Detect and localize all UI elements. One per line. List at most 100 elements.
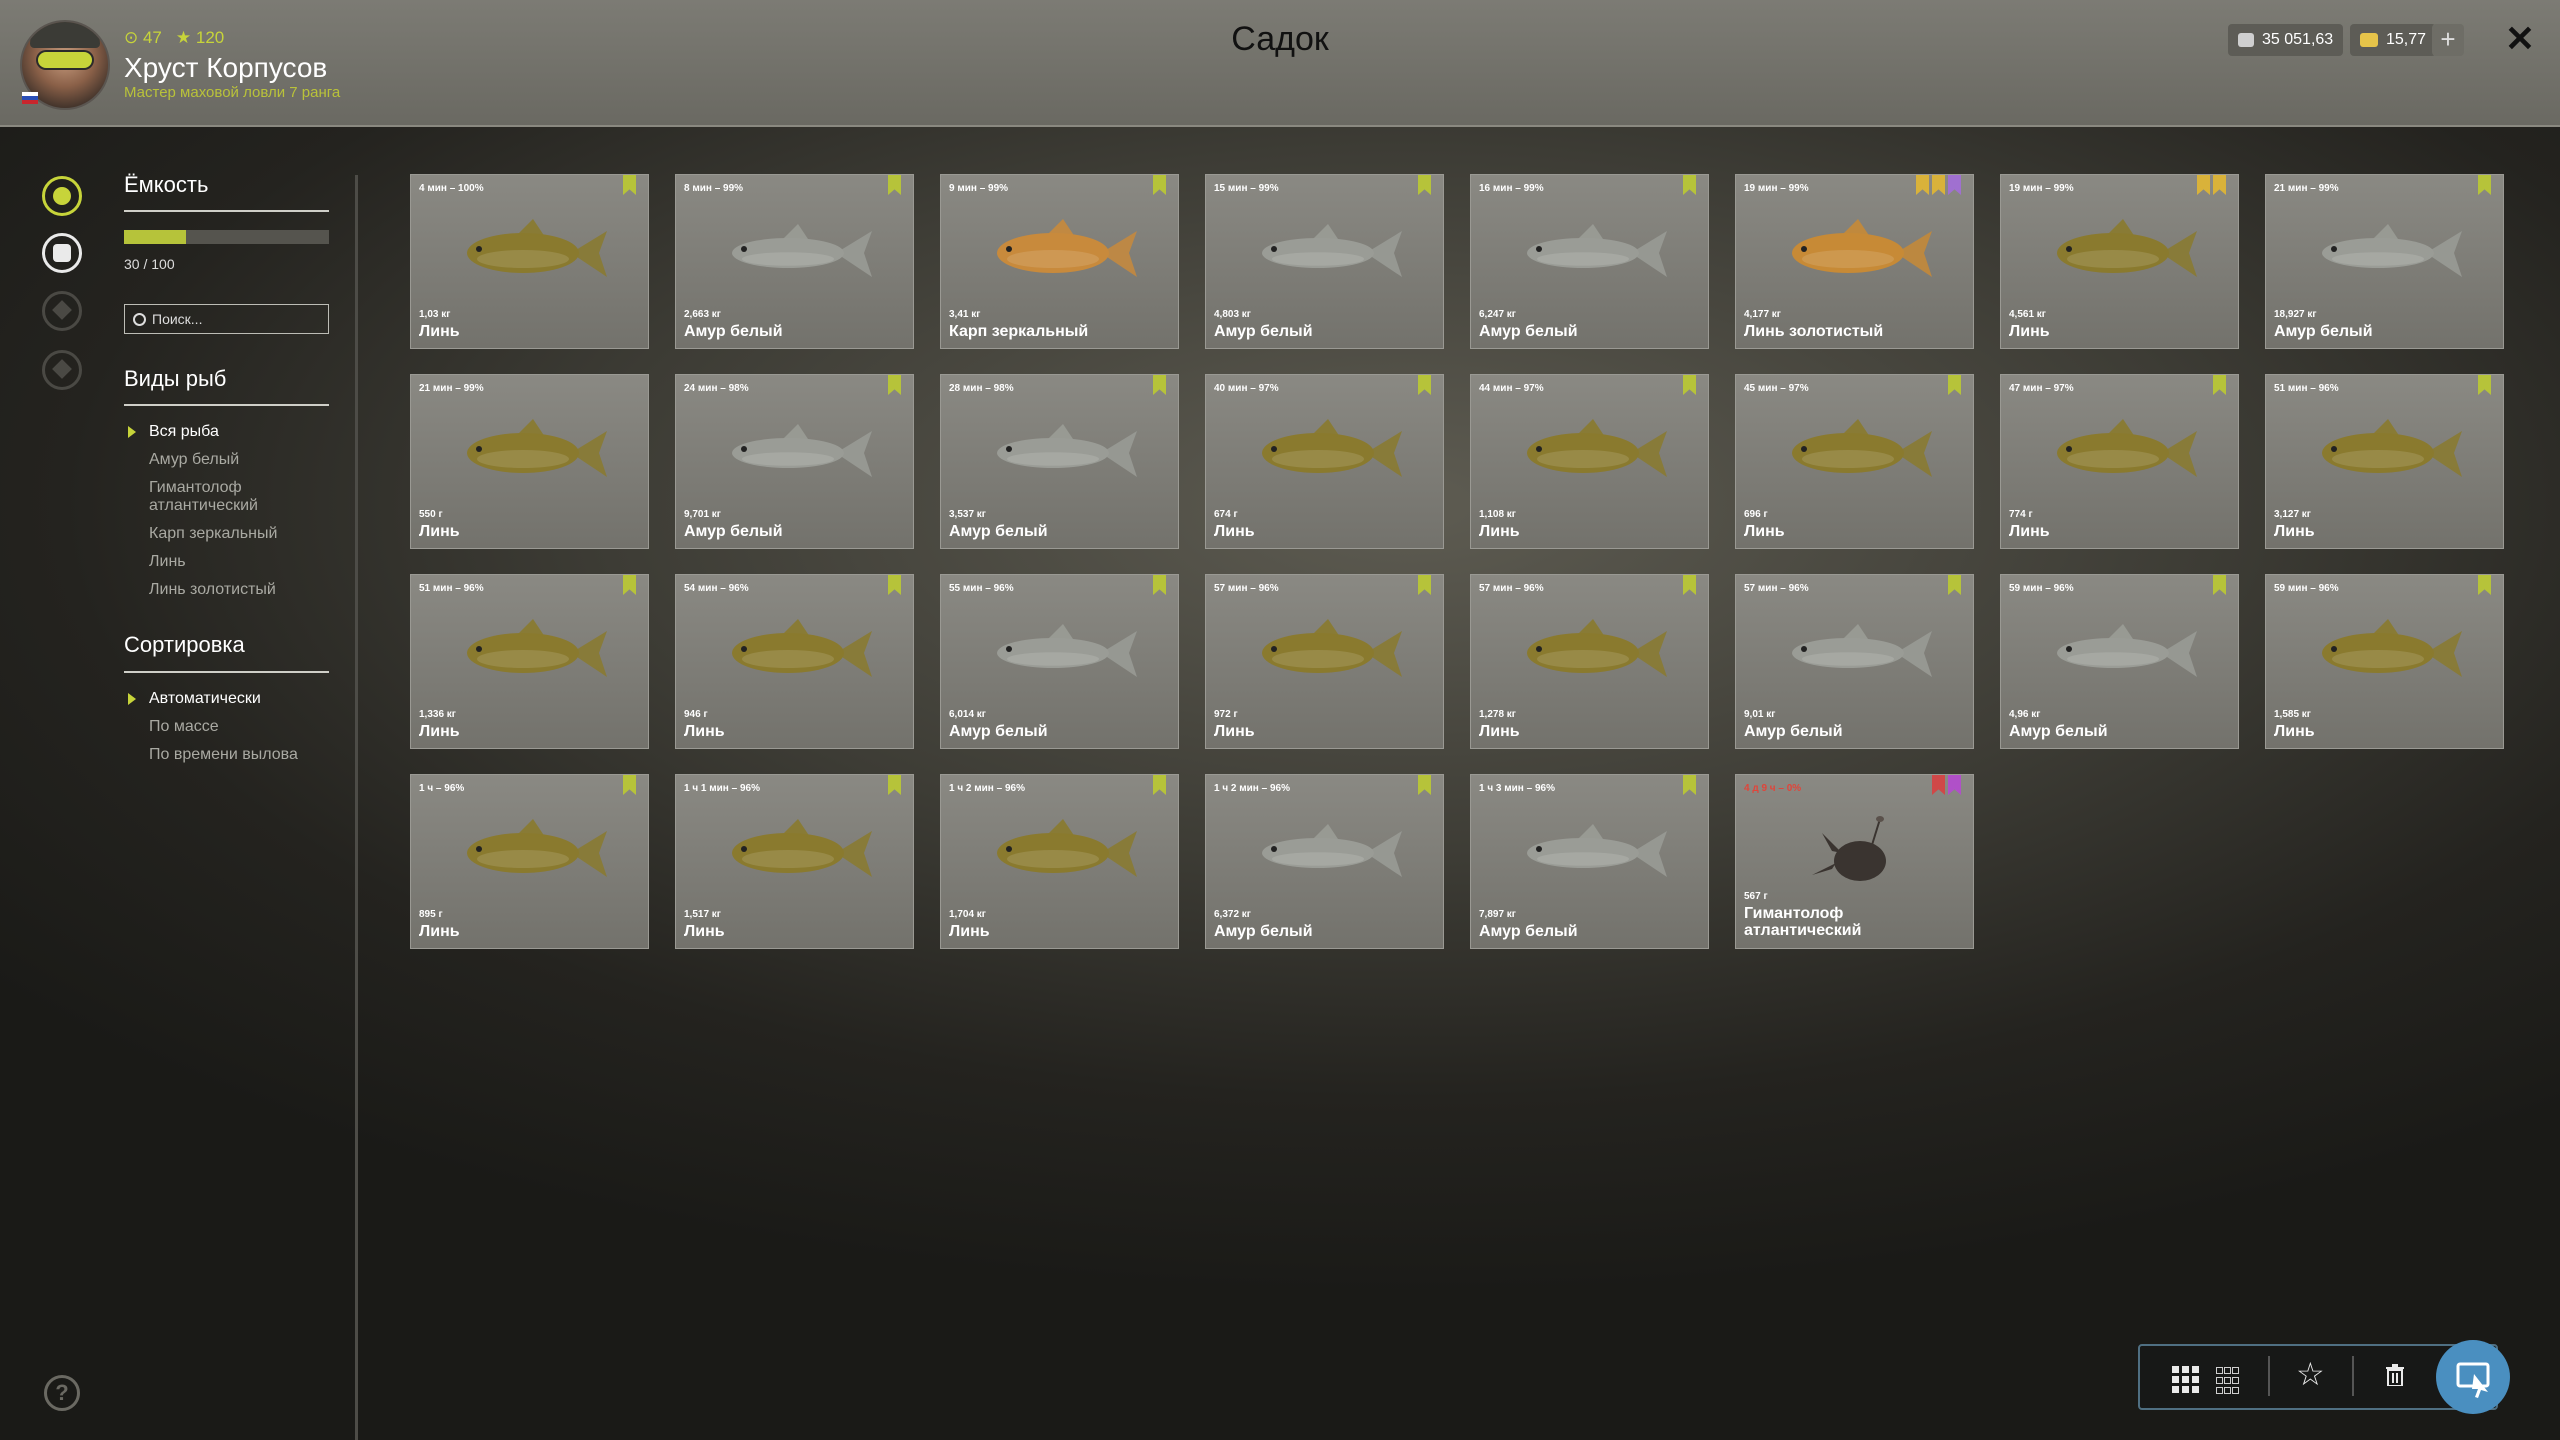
fish-card[interactable]: 44 мин – 97% 1,108 кг Линь [1470,374,1709,549]
fish-name: Линь [684,723,725,740]
badges [888,775,901,795]
fish-card[interactable]: 57 мин – 96% 9,01 кг Амур белый [1735,574,1974,749]
fish-image [2057,419,2197,477]
fish-name: Линь [419,723,460,740]
help-button[interactable]: ? [44,1375,80,1411]
fish-card[interactable]: 1 ч 2 мин – 96% 1,704 кг Линь [940,774,1179,949]
fish-card[interactable]: 54 мин – 96% 946 г Линь [675,574,914,749]
large-grid-view-icon[interactable] [2172,1366,2199,1393]
fish-card[interactable]: 57 мин – 96% 1,278 кг Линь [1470,574,1709,749]
add-gold-button[interactable]: + [2432,24,2464,56]
sort-mass[interactable]: По массе [149,718,219,736]
fish-card[interactable]: 51 мин – 96% 1,336 кг Линь [410,574,649,749]
fish-name: Линь [1744,523,1785,540]
catch-time: 54 мин – 96% [684,583,749,594]
fish-card[interactable]: 4 мин – 100% 1,03 кг Линь [410,174,649,349]
fish-card[interactable]: 59 мин – 96% 1,585 кг Линь [2265,574,2504,749]
home-tab[interactable] [42,350,82,390]
bookmark-icon [1683,575,1696,595]
selected-arrow-icon [128,693,136,705]
fish-card[interactable]: 16 мин – 99% 6,247 кг Амур белый [1470,174,1709,349]
fish-weight: 774 г [2009,509,2033,520]
fish-card[interactable]: 51 мин – 96% 3,127 кг Линь [2265,374,2504,549]
fish-card[interactable]: 55 мин – 96% 6,014 кг Амур белый [940,574,1179,749]
fish-card[interactable]: 1 ч 3 мин – 96% 7,897 кг Амур белый [1470,774,1709,949]
toolbar-separator [2352,1356,2354,1396]
fish-image [1262,224,1402,277]
species-golden-tench[interactable]: Линь золотистый [149,581,276,599]
fish-card[interactable]: 9 мин – 99% 3,41 кг Карп зеркальный [940,174,1179,349]
badges [888,375,901,395]
species-tench[interactable]: Линь [149,553,186,571]
fish-weight: 3,537 кг [949,509,986,520]
fish-card[interactable]: 45 мин – 97% 696 г Линь [1735,374,1974,549]
fish-card[interactable]: 1 ч 2 мин – 96% 6,372 кг Амур белый [1205,774,1444,949]
catch-time: 57 мин – 96% [1744,583,1809,594]
catch-time: 47 мин – 97% [2009,383,2074,394]
camp-tab[interactable] [42,291,82,331]
fish-card[interactable]: 15 мин – 99% 4,803 кг Амур белый [1205,174,1444,349]
catch-time: 55 мин – 96% [949,583,1014,594]
badges [1418,775,1431,795]
fish-card[interactable]: 40 мин – 97% 674 г Линь [1205,374,1444,549]
fish-image [732,819,872,877]
fish-card[interactable]: 47 мин – 97% 774 г Линь [2000,374,2239,549]
keepnet-fish-tab[interactable] [42,176,82,216]
fish-card[interactable]: 59 мин – 96% 4,96 кг Амур белый [2000,574,2239,749]
catch-time: 8 мин – 99% [684,183,744,194]
fish-image [2322,224,2462,277]
bookmark-icon [1916,175,1929,195]
fish-card[interactable]: 21 мин – 99% 18,927 кг Амур белый [2265,174,2504,349]
bookmark-icon [1418,375,1431,395]
fish-card[interactable]: 21 мин – 99% 550 г Линь [410,374,649,549]
sort-auto[interactable]: Автоматически [149,690,261,708]
trophy-tab[interactable] [42,233,82,273]
sort-time[interactable]: По времени вылова [149,746,298,764]
close-button[interactable]: ✕ [2500,18,2540,60]
house-icon [52,359,72,379]
select-mode-button[interactable] [2436,1340,2510,1414]
bookmark-icon [623,175,636,195]
fish-image [997,424,1137,477]
catch-time: 1 ч 3 мин – 96% [1479,783,1555,794]
fish-card[interactable]: 4 д 9 ч – 0% 567 г Гимантолоф атлантическ… [1735,774,1974,949]
fish-image [2322,419,2462,477]
badges [1683,375,1696,395]
favorite-star-icon[interactable]: ☆ [2296,1358,2325,1390]
fish-card[interactable]: 19 мин – 99% 4,177 кг Линь золотистый [1735,174,1974,349]
fish-weight: 567 г [1744,891,1768,902]
bookmark-icon [1683,175,1696,195]
fish-card[interactable]: 19 мин – 99% 4,561 кг Линь [2000,174,2239,349]
fish-image [467,619,607,677]
fish-card[interactable]: 24 мин – 98% 9,701 кг Амур белый [675,374,914,549]
badges [1153,175,1166,195]
fish-card[interactable]: 57 мин – 96% 972 г Линь [1205,574,1444,749]
gold-balance: 15,77 [2350,24,2437,56]
catch-time: 40 мин – 97% [1214,383,1279,394]
fish-card[interactable]: 28 мин – 98% 3,537 кг Амур белый [940,374,1179,549]
search-icon [133,312,146,326]
trash-icon[interactable] [2386,1364,2404,1386]
capacity-progress-bar [124,230,329,244]
bookmark-icon [2197,175,2210,195]
fish-weight: 2,663 кг [684,309,721,320]
badges [1916,175,1961,195]
fish-card[interactable]: 1 ч – 96% 895 г Линь [410,774,649,949]
fish-name: Линь [2274,723,2315,740]
species-gimantolof[interactable]: Гимантолоф атлантический [149,479,329,515]
fish-card[interactable]: 1 ч 1 мин – 96% 1,517 кг Линь [675,774,914,949]
fish-card[interactable]: 8 мин – 99% 2,663 кг Амур белый [675,174,914,349]
species-all[interactable]: Вся рыба [149,423,219,441]
small-grid-view-icon[interactable] [2216,1367,2239,1394]
bookmark-icon [1948,175,1961,195]
species-amur[interactable]: Амур белый [149,451,239,469]
search-input[interactable]: Поиск... [124,304,329,334]
catch-time: 21 мин – 99% [2274,183,2339,194]
fish-image [1792,419,1932,477]
fish-name: Линь [419,923,460,940]
species-carp[interactable]: Карп зеркальный [149,525,277,543]
badges [623,175,636,195]
catch-time: 19 мин – 99% [2009,183,2074,194]
catch-time: 1 ч 2 мин – 96% [1214,783,1290,794]
fish-name: Амур белый [1744,723,1843,740]
